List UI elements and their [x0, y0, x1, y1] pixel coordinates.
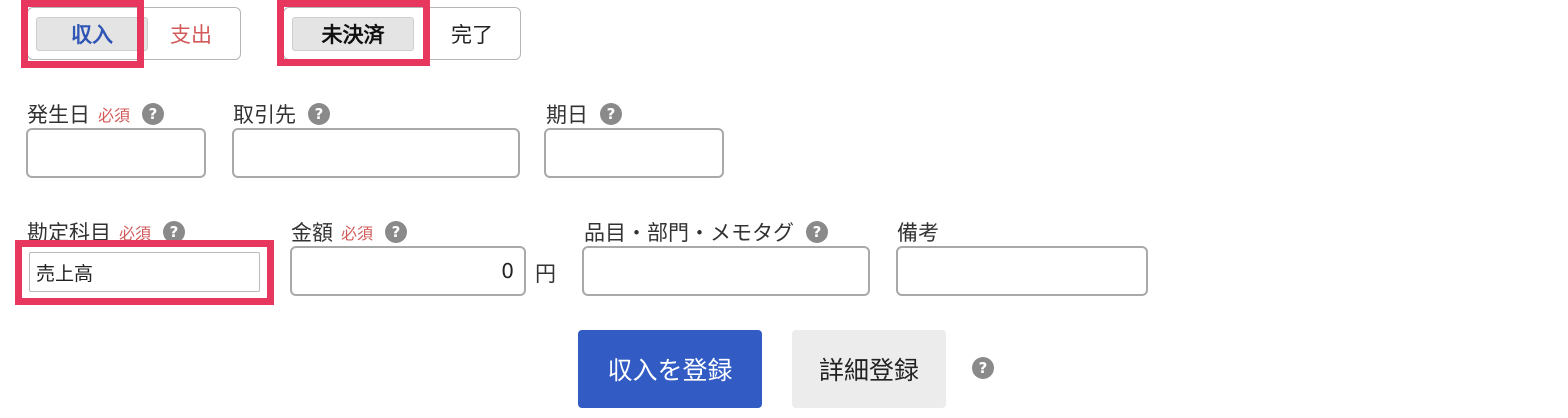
- notes-label: 備考: [897, 221, 939, 245]
- issue-date-label: 発生日: [27, 103, 90, 127]
- expense-toggle-label: 支出: [170, 22, 212, 47]
- unsettled-highlight-frame: [277, 0, 430, 66]
- register-income-button-label: 収入を登録: [607, 356, 733, 385]
- issue-date-label-group: 発生日 必須 ?: [27, 99, 165, 129]
- item-tags-input[interactable]: [582, 246, 870, 296]
- complete-toggle-label: 完了: [451, 22, 493, 47]
- amount-label: 金額: [291, 221, 333, 245]
- complete-toggle-option[interactable]: 完了: [424, 8, 520, 59]
- notes-label-group: 備考: [897, 217, 939, 247]
- item-tags-help-icon[interactable]: ?: [806, 221, 828, 243]
- partner-label: 取引先: [233, 103, 296, 127]
- income-highlight-frame: [21, 0, 144, 68]
- issue-date-help-icon[interactable]: ?: [142, 103, 165, 125]
- due-date-label-group: 期日 ?: [546, 99, 622, 129]
- due-date-label: 期日: [546, 103, 588, 127]
- issue-date-input[interactable]: [26, 128, 206, 178]
- partner-input[interactable]: [232, 128, 520, 178]
- expense-toggle-option[interactable]: 支出: [142, 8, 240, 59]
- account-item-input[interactable]: [29, 252, 260, 292]
- amount-help-icon[interactable]: ?: [385, 221, 408, 243]
- partner-help-icon[interactable]: ?: [308, 103, 330, 125]
- due-date-input[interactable]: [544, 128, 724, 178]
- item-tags-label: 品目・部門・メモタグ: [584, 221, 794, 245]
- amount-required-badge: 必須: [341, 224, 374, 243]
- issue-date-required-badge: 必須: [98, 106, 131, 125]
- register-help-icon[interactable]: ?: [972, 357, 994, 379]
- detail-register-button-label: 詳細登録: [818, 356, 919, 385]
- partner-label-group: 取引先 ?: [233, 99, 330, 129]
- amount-input[interactable]: [290, 246, 526, 296]
- register-income-button[interactable]: 収入を登録: [578, 330, 762, 408]
- item-tags-label-group: 品目・部門・メモタグ ?: [584, 217, 828, 247]
- due-date-help-icon[interactable]: ?: [600, 103, 622, 125]
- amount-label-group: 金額 必須 ?: [291, 217, 408, 247]
- amount-unit-label: 円: [535, 262, 556, 286]
- detail-register-button[interactable]: 詳細登録: [792, 330, 946, 408]
- notes-input[interactable]: [896, 246, 1148, 296]
